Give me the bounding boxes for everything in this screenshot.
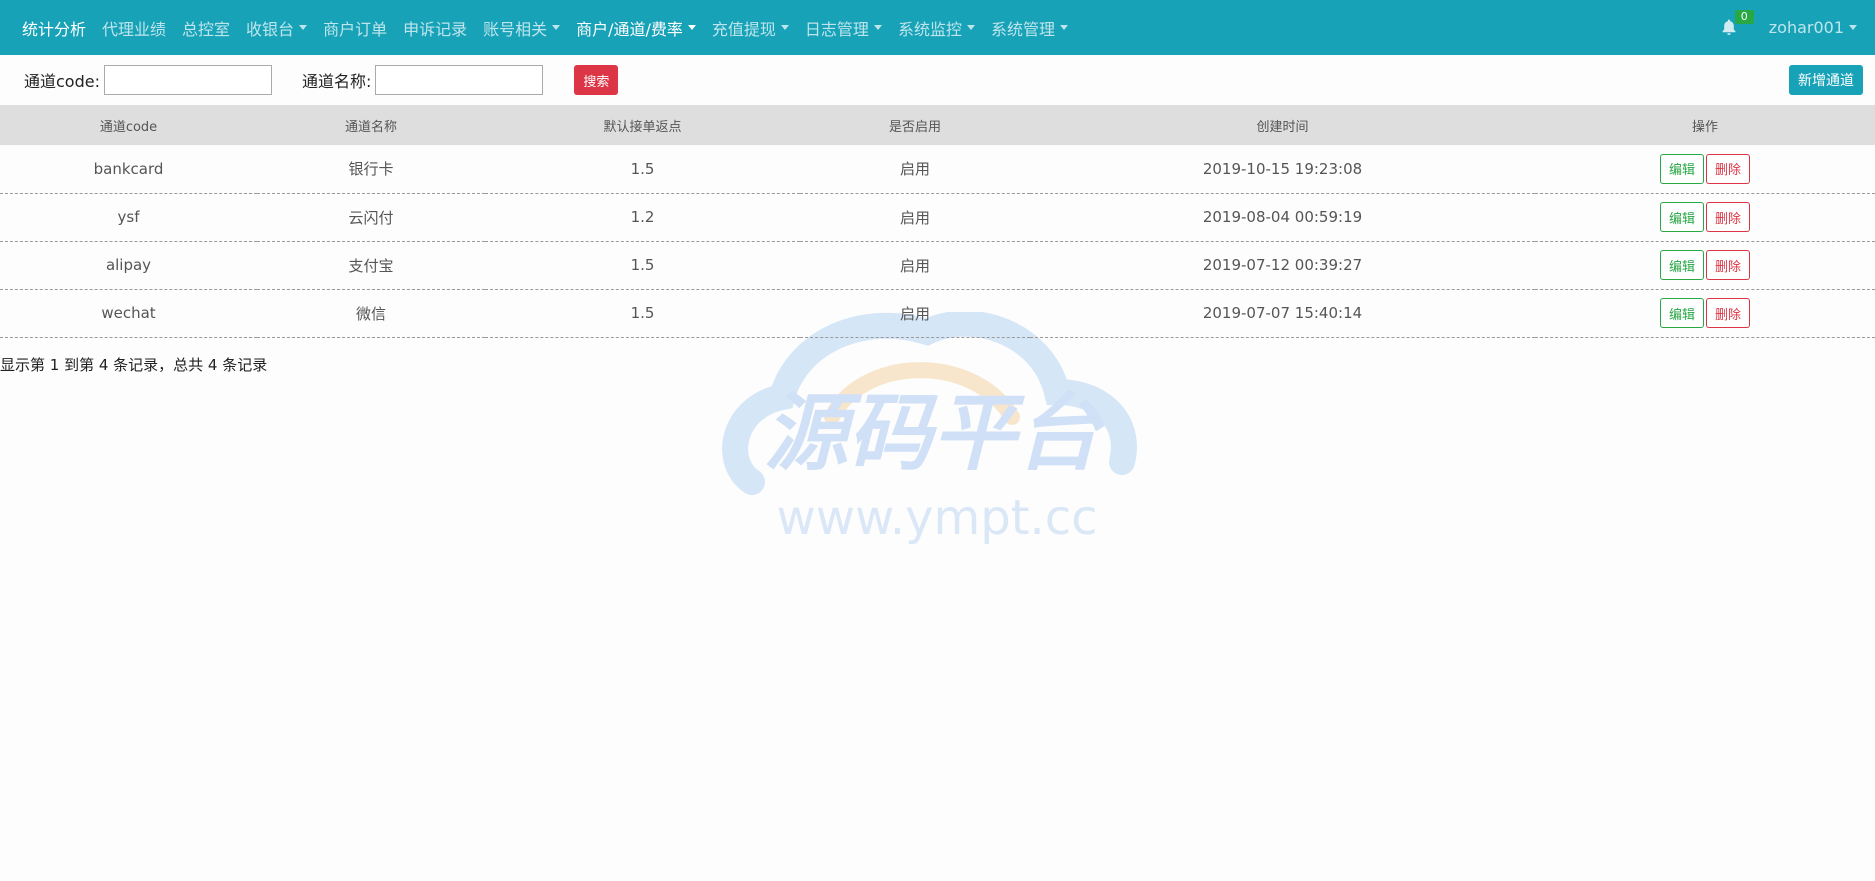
caret-down-icon	[966, 25, 975, 30]
top-navbar: 统计分析 代理业绩 总控室 收银台 商户订单 申诉记录 账号相关 商户/通道/费率 充值提现 日志…	[0, 0, 1875, 55]
nav-item-label: 系统监控	[897, 19, 962, 39]
nav-item-label: 充值提现	[711, 19, 776, 39]
rebate-cell: 1.5	[630, 256, 655, 274]
channel-code-cell: alipay	[105, 256, 152, 274]
search-button[interactable]: 搜索	[574, 65, 619, 95]
created-time-cell: 2019-10-15 19:23:08	[1202, 159, 1363, 178]
nav-item-6[interactable]: 账号相关	[475, 0, 568, 55]
nav-item-9[interactable]: 日志管理	[797, 0, 890, 55]
nav-item-label: 系统管理	[990, 19, 1055, 39]
enabled-status-cell: 启用	[899, 208, 930, 227]
enabled-status-cell: 启用	[899, 160, 930, 179]
channel-code-input[interactable]	[103, 65, 272, 95]
table-row: alipay 支付宝 1.5 启用 2019-07-12 00:39:27 编辑 删除	[0, 241, 1875, 289]
channel-table: 通道code 通道名称 默认接单返点 是否启用 创建时间 操作 bankcard 银行卡 1.…	[0, 105, 1875, 338]
watermark-url: www.ympt.cc	[776, 490, 1097, 546]
channel-name-cell: 银行卡	[348, 160, 394, 179]
table-row: ysf 云闪付 1.2 启用 2019-08-04 00:59:19 编辑 删除	[0, 193, 1875, 241]
nav-item-label: 统计分析	[22, 19, 87, 39]
edit-button[interactable]: 编辑	[1659, 202, 1704, 232]
caret-down-icon	[687, 25, 696, 30]
column-header: 默认接单返点	[603, 119, 682, 135]
channel-code-cell: bankcard	[93, 159, 164, 178]
actions-cell: 编辑 删除	[1535, 193, 1875, 241]
created-time-cell: 2019-08-04 00:59:19	[1202, 208, 1363, 226]
nav-item-label: 总控室	[182, 19, 231, 39]
nav-item-label: 日志管理	[804, 19, 869, 39]
channel-name-cell: 微信	[355, 304, 386, 323]
actions-cell: 编辑 删除	[1535, 241, 1875, 289]
pagination-info: 显示第 1 到第 4 条记录，总共 4 条记录	[0, 355, 268, 374]
notification-count-badge: 0	[1734, 10, 1754, 24]
nav-item-2[interactable]: 总控室	[174, 0, 238, 55]
nav-item-4[interactable]: 商户订单	[315, 0, 395, 55]
actions-cell: 编辑 删除	[1535, 145, 1875, 193]
actions-cell: 编辑 删除	[1535, 289, 1875, 337]
channel-name-cell: 支付宝	[348, 256, 394, 275]
channel-name-cell: 云闪付	[348, 208, 394, 227]
user-name: zohar001	[1768, 18, 1844, 37]
column-header: 是否启用	[888, 119, 941, 135]
caret-down-icon	[1849, 25, 1857, 30]
edit-button[interactable]: 编辑	[1659, 298, 1704, 328]
caret-down-icon	[780, 25, 789, 30]
nav-item-label: 账号相关	[483, 19, 548, 39]
nav-item-label: 收银台	[246, 19, 295, 39]
channel-name-input[interactable]	[375, 65, 544, 95]
search-bar: 通道code: 通道名称: 搜索 新增通道	[0, 55, 1875, 105]
delete-button[interactable]: 删除	[1706, 153, 1751, 184]
table-body: bankcard 银行卡 1.5 启用 2019-10-15 19:23:08 编辑 删除 y…	[0, 145, 1875, 337]
nav-item-0[interactable]: 统计分析	[14, 0, 94, 55]
nav-item-11[interactable]: 系统管理	[983, 0, 1076, 55]
channel-code-label: 通道code:	[24, 72, 100, 91]
watermark-logo: 源码平台 www.ympt.cc	[722, 312, 1137, 546]
column-header: 操作	[1691, 119, 1718, 135]
edit-button[interactable]: 编辑	[1659, 153, 1704, 184]
column-header: 创建时间	[1256, 119, 1309, 135]
table-row: bankcard 银行卡 1.5 启用 2019-10-15 19:23:08 编辑 删除	[0, 145, 1875, 193]
table-header-row: 通道code 通道名称 默认接单返点 是否启用 创建时间 操作	[0, 105, 1875, 145]
watermark-title: 源码平台	[764, 384, 1105, 482]
nav-item-label: 申诉记录	[403, 19, 468, 39]
created-time-cell: 2019-07-12 00:39:27	[1202, 256, 1363, 274]
caret-down-icon	[1059, 25, 1068, 30]
enabled-status-cell: 启用	[899, 304, 930, 323]
column-header: 通道名称	[344, 119, 397, 135]
channel-name-label: 通道名称:	[301, 72, 372, 91]
rebate-cell: 1.5	[630, 159, 655, 178]
caret-down-icon	[299, 25, 308, 30]
nav-item-label: 商户/通道/费率	[576, 19, 683, 39]
table-header: 通道code 通道名称 默认接单返点 是否启用 创建时间 操作	[0, 105, 1875, 145]
rebate-cell: 1.5	[630, 304, 655, 322]
caret-down-icon	[873, 25, 882, 30]
column-header: 通道code	[99, 119, 158, 135]
nav-item-label: 代理业绩	[102, 19, 167, 39]
created-time-cell: 2019-07-07 15:40:14	[1202, 304, 1363, 322]
delete-button[interactable]: 删除	[1706, 298, 1751, 328]
caret-down-icon	[552, 25, 561, 30]
nav-item-label: 商户订单	[323, 19, 388, 39]
channel-code-cell: wechat	[101, 304, 156, 322]
delete-button[interactable]: 删除	[1706, 202, 1751, 232]
nav-item-5[interactable]: 申诉记录	[395, 0, 475, 55]
nav-item-1[interactable]: 代理业绩	[94, 0, 174, 55]
rebate-cell: 1.2	[630, 208, 655, 226]
nav-item-10[interactable]: 系统监控	[890, 0, 983, 55]
delete-button[interactable]: 删除	[1706, 250, 1751, 280]
channel-code-cell: ysf	[117, 208, 140, 226]
nav-menu: 统计分析 代理业绩 总控室 收银台 商户订单 申诉记录 账号相关 商户/通道/费率 充值提现 日志…	[14, 0, 1076, 55]
nav-item-8[interactable]: 充值提现	[704, 0, 797, 55]
enabled-status-cell: 启用	[899, 256, 930, 275]
notification-bell[interactable]: 0	[1721, 10, 1754, 36]
nav-item-7[interactable]: 商户/通道/费率	[568, 0, 704, 55]
table-row: wechat 微信 1.5 启用 2019-07-07 15:40:14 编辑 删除	[0, 289, 1875, 337]
edit-button[interactable]: 编辑	[1659, 250, 1704, 280]
user-menu[interactable]: zohar001	[1761, 0, 1865, 55]
nav-item-3[interactable]: 收银台	[238, 0, 315, 55]
add-channel-button[interactable]: 新增通道	[1789, 65, 1863, 95]
